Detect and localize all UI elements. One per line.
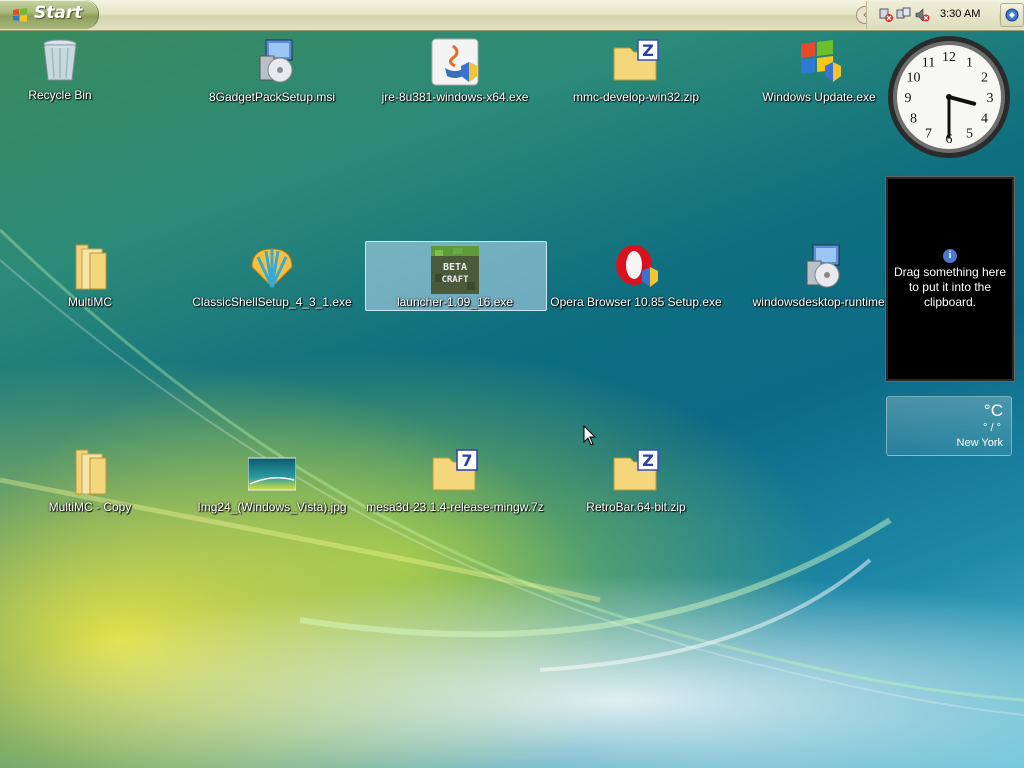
folder-icon <box>75 244 107 290</box>
desktop-icon-label: jre-8u381-windows-x64.exe <box>381 90 529 104</box>
clock-gadget[interactable]: 12 1234567891011 <box>886 34 1012 160</box>
desktop-icon-label: MultiMC - Copy <box>48 500 132 514</box>
clock-numeral: 9 <box>905 91 912 106</box>
weather-range: ° / ° <box>983 422 1001 434</box>
desktop-icon-label: RetroBar.64-bit.zip <box>586 500 686 514</box>
start-button[interactable]: Start <box>0 0 99 29</box>
clock-numeral: 5 <box>966 127 973 142</box>
mouse-cursor-icon <box>583 425 597 446</box>
clock-numeral: 3 <box>987 91 994 106</box>
weather-gadget[interactable]: °C ° / ° New York <box>886 396 1012 456</box>
clipboard-gadget[interactable]: i Drag something here to put it into the… <box>886 177 1014 381</box>
desktop-icon-label: MultiMC <box>68 295 112 309</box>
desktop-icon-label: windowsdesktop-runtime-6.0 <box>752 295 906 309</box>
clock-numeral: 10 <box>906 71 920 86</box>
clock-numeral: 4 <box>981 112 988 127</box>
taskbar: Start ‹ 3:30 AM <box>0 0 1024 31</box>
show-desktop-button[interactable] <box>1000 3 1024 27</box>
clock-numeral: 1 <box>966 55 973 70</box>
clock-numeral: 11 <box>922 55 935 70</box>
network-icon[interactable] <box>878 7 894 23</box>
clock-numeral: 2 <box>981 71 988 86</box>
info-icon: i <box>943 249 957 263</box>
folder-icon <box>75 449 107 495</box>
betacraft-icon: BETA CRAFT <box>431 246 479 294</box>
opera-icon <box>616 245 658 287</box>
clock-numeral: 7 <box>925 127 932 142</box>
7z-folder-icon: 7 <box>432 449 478 491</box>
svg-text:Z: Z <box>642 41 654 60</box>
weather-city: New York <box>956 437 1003 449</box>
desktop-icon-label: Recycle Bin <box>28 88 92 102</box>
show-desktop-icon <box>1005 8 1019 22</box>
shell-icon <box>251 248 293 288</box>
desktop-icon-label: Img24_(Windows_Vista).jpg <box>197 500 347 514</box>
desktop-icon-label: 8GadgetPackSetup.msi <box>208 90 336 104</box>
desktop-icon-label: Opera Browser 10.85 Setup.exe <box>550 295 722 309</box>
desktop-icon-label: launcher-1.09_16.exe <box>396 295 514 309</box>
java-icon <box>431 38 479 86</box>
weather-unit: °C <box>983 401 1003 420</box>
svg-text:Z: Z <box>642 451 654 470</box>
image-icon <box>248 457 296 491</box>
desktop-icon-label: mmc-develop-win32.zip <box>572 90 700 104</box>
windows-flag-icon <box>13 8 27 22</box>
clock-numeral: 12 <box>942 50 956 65</box>
network-error-icon[interactable] <box>896 7 912 23</box>
zip-folder-icon: Z <box>613 39 659 81</box>
recycle-bin-icon <box>43 39 77 81</box>
betacraft-badge: BETA <box>443 262 467 273</box>
wallpaper-swoosh <box>0 228 1024 716</box>
desktop-icon-label: ClassicShellSetup_4_3_1.exe <box>192 295 352 309</box>
installer-icon <box>806 244 840 288</box>
clock-numeral: 8 <box>910 112 917 127</box>
desktop-icon-label: mesa3d-23.1.4-release-mingw.7z <box>366 500 544 514</box>
start-label: Start <box>34 3 83 23</box>
installer-icon <box>259 39 293 83</box>
speaker-muted-icon[interactable] <box>914 7 930 23</box>
svg-text:7: 7 <box>461 451 472 470</box>
svg-text:CRAFT: CRAFT <box>441 275 469 285</box>
windows-update-icon <box>801 40 841 82</box>
zip-folder-icon: Z <box>613 449 659 491</box>
desktop-icon-label: Windows Update.exe <box>762 90 876 104</box>
clipboard-hint: Drag something here to put it into the c… <box>893 265 1007 309</box>
taskbar-clock[interactable]: 3:30 AM <box>940 8 980 20</box>
